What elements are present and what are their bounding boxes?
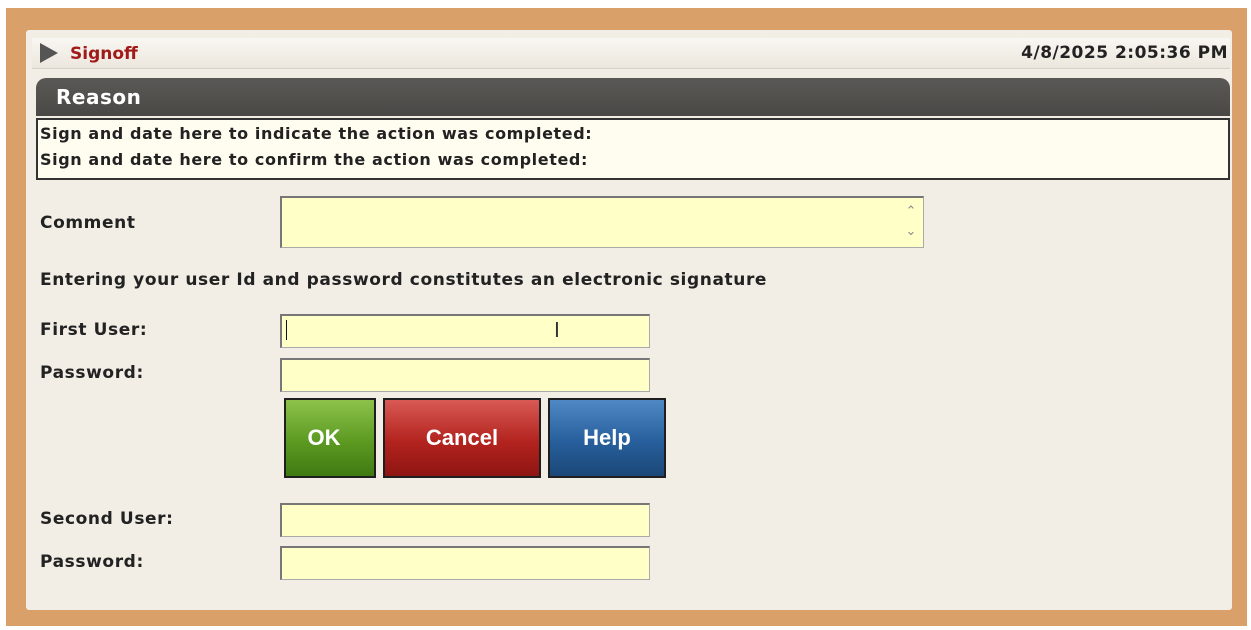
signature-notice: Entering your user Id and password const… bbox=[40, 270, 768, 290]
first-user-field[interactable]: I bbox=[280, 314, 650, 348]
title-bar: Signoff 4/8/2025 2:05:36 PM bbox=[32, 38, 1230, 69]
comment-field[interactable]: ⌃ ⌄ bbox=[280, 196, 924, 248]
text-cursor-icon: I bbox=[554, 318, 560, 342]
dialog-title: Signoff bbox=[70, 44, 138, 64]
second-password-field[interactable] bbox=[280, 546, 650, 580]
second-password-label: Password: bbox=[40, 552, 144, 572]
first-password-field[interactable] bbox=[280, 358, 650, 392]
cancel-button[interactable]: Cancel bbox=[383, 398, 541, 478]
timestamp: 4/8/2025 2:05:36 PM bbox=[1021, 43, 1228, 63]
cancel-button-label: Cancel bbox=[425, 425, 499, 450]
ok-button-label: OK bbox=[307, 425, 341, 450]
ok-button[interactable]: OK bbox=[284, 398, 376, 478]
help-button-label: Help bbox=[583, 425, 631, 450]
first-password-label: Password: bbox=[40, 363, 144, 383]
second-user-label: Second User: bbox=[40, 509, 174, 529]
signoff-dialog: Signoff 4/8/2025 2:05:36 PM Reason Sign … bbox=[26, 30, 1232, 610]
help-button[interactable]: Help bbox=[548, 398, 666, 478]
comment-scrollbar[interactable]: ⌃ ⌄ bbox=[901, 200, 921, 244]
scroll-down-icon[interactable]: ⌄ bbox=[904, 224, 918, 240]
second-user-field[interactable] bbox=[280, 503, 650, 537]
reason-line-1[interactable]: Sign and date here to indicate the actio… bbox=[40, 124, 592, 143]
text-caret bbox=[286, 320, 287, 340]
reason-header-label: Reason bbox=[56, 85, 142, 109]
window-frame: Signoff 4/8/2025 2:05:36 PM Reason Sign … bbox=[6, 8, 1247, 626]
comment-label: Comment bbox=[40, 213, 136, 233]
reason-list: Sign and date here to indicate the actio… bbox=[36, 118, 1230, 180]
reason-line-2[interactable]: Sign and date here to confirm the action… bbox=[40, 150, 588, 169]
arrow-icon bbox=[40, 43, 58, 63]
scroll-up-icon[interactable]: ⌃ bbox=[904, 204, 918, 220]
first-user-label: First User: bbox=[40, 320, 148, 340]
reason-header: Reason bbox=[36, 78, 1230, 116]
